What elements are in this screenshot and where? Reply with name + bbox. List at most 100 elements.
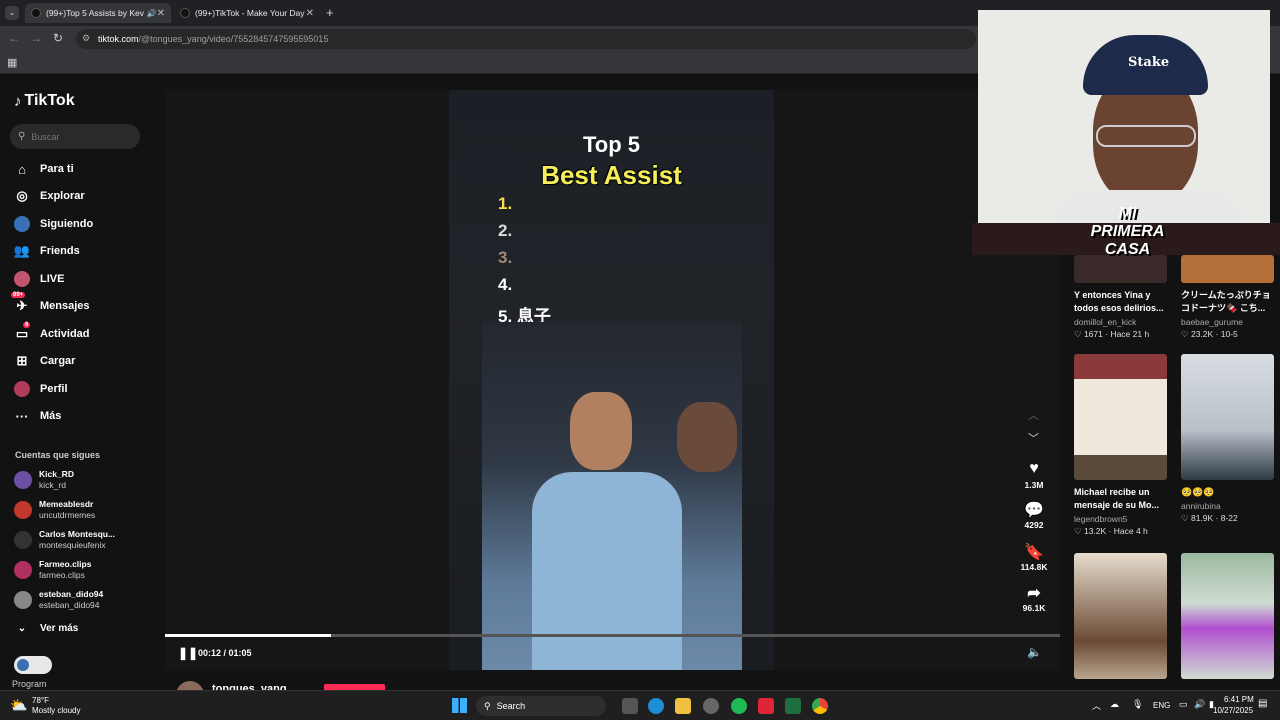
nav-label: Cargar	[40, 355, 76, 367]
apps-grid-icon[interactable]: ▦	[7, 56, 17, 69]
new-tab-button[interactable]: +	[326, 5, 334, 20]
program-toggle[interactable]	[14, 656, 52, 674]
microphone-icon[interactable]: 🎙	[1132, 699, 1143, 710]
windows-start-icon[interactable]	[452, 698, 467, 713]
tab-active[interactable]: (99+)Top 5 Assists by Kevin 🔊 ✕	[25, 3, 171, 23]
tab-title: (99+)TikTok - Make Your Day	[195, 8, 305, 18]
nav-siguiendo[interactable]: Siguiendo	[14, 214, 93, 234]
clock-time[interactable]: 6:41 PM	[1224, 695, 1254, 704]
task-view-icon[interactable]	[622, 698, 638, 714]
messages-icon: ✈ 99+	[11, 292, 28, 313]
tiktok-logo[interactable]: ♪ TikTok	[14, 92, 75, 110]
recommended-stats: ♡ 1671 · Hace 21 h	[1074, 329, 1150, 339]
nav-cargar[interactable]: ⊞ Cargar	[14, 351, 76, 371]
recommended-title: 🥺🥺🥺	[1181, 487, 1215, 497]
comment-button[interactable]: 💬 4292	[1012, 500, 1056, 530]
nav-perfil[interactable]: Perfil	[14, 379, 68, 399]
following-item[interactable]: Farmeo.clips farmeo.clips	[14, 559, 91, 581]
close-tab-icon[interactable]: ✕	[306, 8, 314, 19]
following-item[interactable]: Carlos Montesqu... montesquieufenix	[14, 529, 115, 551]
tab-search-button[interactable]: ⌄	[5, 6, 19, 20]
following-item[interactable]: esteban_dido94 esteban_dido94	[14, 589, 103, 611]
language-indicator[interactable]: ENG	[1153, 701, 1170, 710]
following-item[interactable]: Kick_RD kick_rd	[14, 469, 74, 491]
nav-label: Actividad	[40, 328, 90, 340]
recommended-video[interactable]	[1181, 553, 1274, 679]
cap-logo: Stake	[1128, 55, 1170, 70]
nav-label: Mensajes	[40, 300, 90, 312]
weather-icon[interactable]: ⛅	[10, 697, 27, 714]
taskbar-search[interactable]: ⚲ Search	[476, 696, 606, 716]
scroll-down-icon[interactable]: ﹀	[1028, 430, 1039, 446]
forward-icon[interactable]: →	[30, 31, 42, 45]
tab-inactive[interactable]: (99+)TikTok - Make Your Day ✕	[174, 3, 320, 23]
nav-actividad[interactable]: ▭ 6 Actividad	[14, 322, 90, 344]
recommended-stats: ♡ 13.2K · Hace 4 h	[1074, 526, 1148, 536]
nav-label: Siguiendo	[40, 218, 94, 230]
back-icon[interactable]: ←	[8, 31, 20, 45]
bookmark-icon: 🔖	[1024, 544, 1044, 561]
opera-icon[interactable]	[758, 698, 774, 714]
recommended-title: Michael recibe un mensaje de su Mo...	[1074, 487, 1160, 510]
more-icon: ···	[15, 408, 29, 424]
recommended-thumbnail	[1181, 255, 1274, 283]
see-more-button[interactable]: ⌄ Ver más	[14, 618, 79, 638]
app-icon[interactable]	[703, 698, 719, 714]
progress-fill	[165, 634, 331, 637]
clock-date[interactable]: 10/27/2025	[1213, 706, 1253, 715]
recommended-video[interactable]	[1074, 553, 1167, 679]
nav-para-ti[interactable]: ⌂ Para ti	[14, 159, 74, 179]
edge-icon[interactable]	[648, 698, 664, 714]
recommended-video[interactable]: 🥺🥺🥺 annirubina ♡ 81.9K · 8-22	[1181, 354, 1274, 524]
share-count: 96.1K	[1022, 603, 1046, 613]
nav-mas[interactable]: ··· Más	[14, 406, 62, 426]
nav-mensajes[interactable]: ✈ 99+ Mensajes	[11, 292, 90, 316]
share-button[interactable]: ➦ 96.1K	[1012, 583, 1056, 613]
pause-icon[interactable]: ❚❚	[178, 646, 198, 660]
windows-taskbar: ⛅ 78°F Mostly cloudy ⚲ Search ︿ ☁ 🎙 ENG ▭…	[0, 690, 1280, 720]
heart-icon: ♥	[1029, 460, 1039, 477]
onedrive-icon[interactable]: ☁	[1110, 699, 1119, 710]
weather-desc: Mostly cloudy	[32, 706, 81, 715]
reload-icon[interactable]: ↻	[53, 31, 63, 45]
recommended-author: legendbrown5	[1074, 514, 1128, 524]
site-info-icon[interactable]: ⚙	[82, 33, 90, 44]
file-explorer-icon[interactable]	[675, 698, 691, 714]
network-icon[interactable]: ▭	[1179, 699, 1188, 710]
search-box[interactable]: ⚲	[10, 124, 140, 149]
chrome-icon[interactable]	[812, 698, 828, 714]
save-button[interactable]: 🔖 114.8K	[1012, 542, 1056, 572]
avatar	[14, 471, 32, 489]
nav-friends[interactable]: 👥 Friends	[14, 241, 80, 261]
volume-tray-icon[interactable]: 🔊	[1194, 699, 1205, 710]
following-name: esteban_dido94	[39, 589, 104, 599]
url-field[interactable]: ⚙ tiktok.com/@tongues_yang/video/7552845…	[76, 29, 976, 49]
recommended-author: baebae_gurume	[1181, 317, 1243, 327]
recommended-video[interactable]: Y entonces Yina y todos esos delirios...…	[1074, 255, 1167, 340]
url-path: /@tongues_yang/video/7552845747595595015	[138, 34, 329, 44]
nav-explorar[interactable]: ◎ Explorar	[14, 186, 84, 206]
weather-temp: 78°F	[32, 696, 49, 705]
close-tab-icon[interactable]: ✕	[157, 8, 165, 19]
tiktok-favicon-icon	[31, 8, 41, 18]
recommended-title: Y entonces Yina y todos esos delirios...	[1074, 290, 1164, 313]
search-input[interactable]	[31, 131, 127, 142]
recommended-video[interactable]: Michael recibe un mensaje de su Mo... leg…	[1074, 354, 1167, 537]
video-progress-bar[interactable]	[165, 634, 1060, 637]
recommended-stats: ♡ 81.9K · 8-22	[1181, 513, 1238, 523]
excel-icon[interactable]	[785, 698, 801, 714]
tiktok-favicon-icon	[180, 8, 190, 18]
compass-icon: ◎	[16, 188, 28, 203]
tray-chevron-icon[interactable]: ︿	[1092, 699, 1101, 712]
activity-icon: ▭ 6	[15, 322, 31, 341]
recommended-video[interactable]: クリームたっぷりチョコドーナツ🍫 こち... baebae_gurume ♡ 23.…	[1181, 255, 1274, 340]
like-button[interactable]: ♥ 1.3M	[1012, 460, 1056, 490]
volume-icon[interactable]: 🔈	[1027, 645, 1042, 659]
notification-icon[interactable]: ▤	[1258, 698, 1267, 709]
nav-live[interactable]: LIVE	[14, 269, 64, 289]
spotify-icon[interactable]	[731, 698, 747, 714]
scroll-up-icon[interactable]: ︿	[1028, 407, 1039, 423]
rank-4: 4.	[498, 275, 513, 294]
avatar	[14, 561, 32, 579]
following-item[interactable]: Memeablesdr uncutdrmemes	[14, 499, 95, 521]
